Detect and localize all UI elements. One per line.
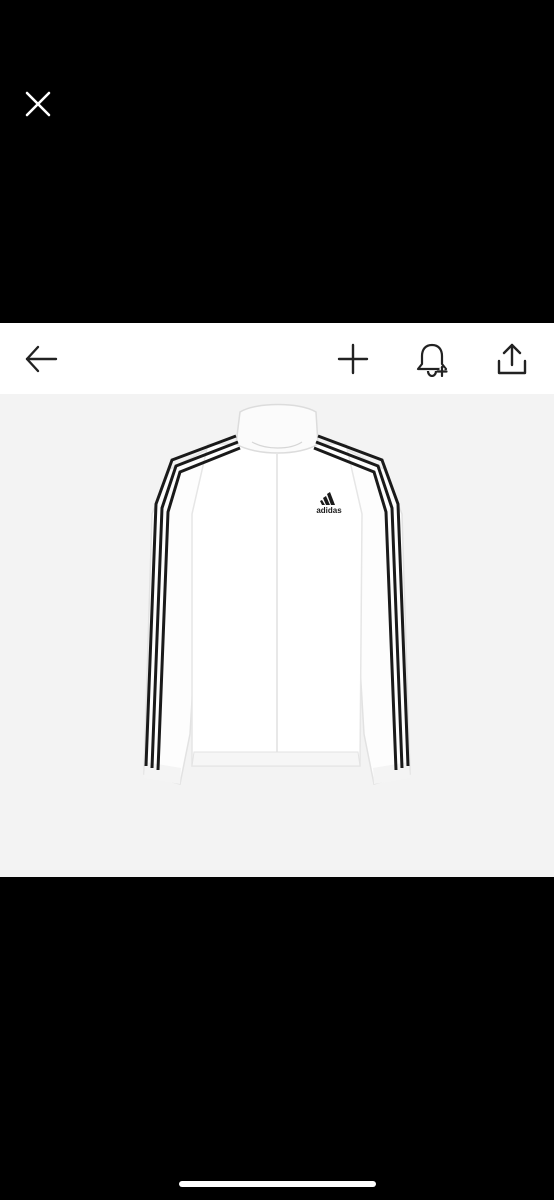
add-button[interactable] (335, 341, 371, 377)
logo-text: adidas (316, 506, 342, 515)
share-upload-icon (497, 343, 527, 375)
plus-icon (337, 343, 369, 375)
back-button[interactable] (23, 341, 59, 377)
share-button[interactable] (494, 341, 530, 377)
home-indicator[interactable] (179, 1181, 376, 1187)
track-jacket-image: adidas (143, 403, 411, 785)
close-button[interactable] (22, 88, 54, 120)
product-toolbar (0, 323, 554, 394)
image-viewer-screen: adidas (0, 0, 554, 1200)
arrow-left-icon (25, 345, 58, 373)
price-alert-button[interactable] (414, 341, 450, 378)
captured-screenshot: adidas (0, 323, 554, 877)
bell-plus-icon (416, 343, 448, 378)
close-icon (25, 91, 51, 117)
product-photo: adidas (0, 394, 554, 877)
